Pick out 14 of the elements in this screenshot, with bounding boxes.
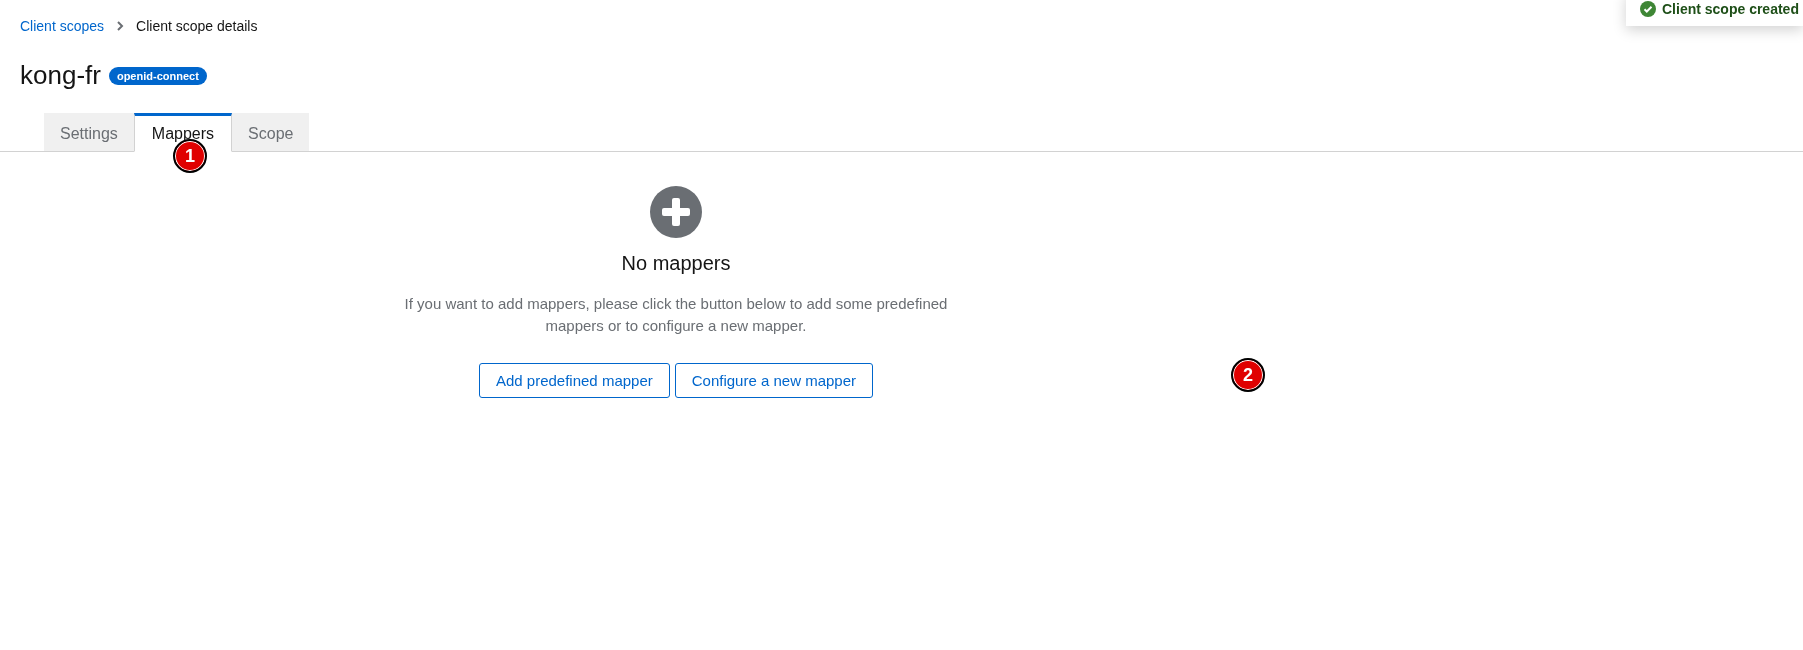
breadcrumb-current: Client scope details [136,18,258,34]
tab[interactable]: Settings [44,113,134,152]
empty-state-text: If you want to add mappers, please click the button below to add some predefined mappers or to configure a new mapper. [403,294,949,336]
action-button[interactable]: Configure a new mapper [674,363,873,398]
protocol-badge: openid-connect [108,66,207,85]
tab[interactable]: Scope [232,113,310,152]
toast-message: Client scope created [1662,1,1799,17]
empty-state-title: No mappers [621,252,731,275]
add-circle-icon [650,186,702,238]
chevron-right-icon [116,21,125,31]
page-title: kong-fr [20,60,101,91]
breadcrumb-link[interactable]: Client scopes [20,18,105,34]
step-marker: 2 [1231,358,1265,392]
action-button[interactable]: Add predefined mapper [478,363,670,398]
